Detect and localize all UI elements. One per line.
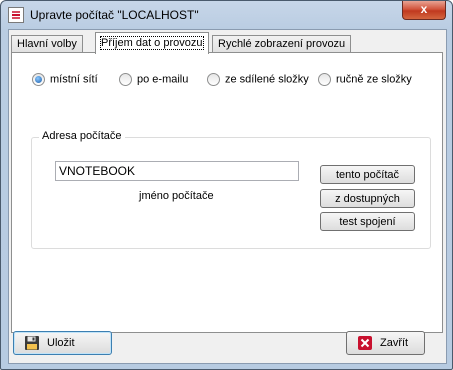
from-available-button[interactable]: z dostupných <box>320 189 415 208</box>
computer-name-input[interactable]: VNOTEBOOK <box>55 161 299 181</box>
app-icon <box>8 7 24 23</box>
floppy-disk-icon <box>25 336 39 350</box>
address-group-legend: Adresa počítače <box>39 130 125 142</box>
address-group-box: Adresa počítače VNOTEBOOK jméno počítače… <box>31 130 431 249</box>
tab-panel: místní sítí po e-mailu ze sdílené složky… <box>11 52 443 333</box>
title-bar[interactable]: Upravte počítač "LOCALHOST" x <box>1 1 452 29</box>
tab-label: Rychlé zobrazení provozu <box>218 38 346 50</box>
radio-button[interactable] <box>32 73 45 86</box>
computer-name-caption: jméno počítače <box>139 190 214 202</box>
radio-manual-folder[interactable]: ručně ze složky <box>318 73 412 86</box>
tab-label: Hlavní volby <box>17 38 77 50</box>
radio-button[interactable] <box>119 73 132 86</box>
radio-button[interactable] <box>318 73 331 86</box>
save-button-label: Uložit <box>47 337 75 349</box>
tab-quick-traffic-view[interactable]: Rychlé zobrazení provozu <box>212 35 352 53</box>
close-button[interactable]: Zavřít <box>346 331 425 355</box>
this-computer-button[interactable]: tento počítač <box>320 165 415 184</box>
radio-local-network[interactable]: místní sítí <box>32 73 98 86</box>
tab-traffic-data-receive[interactable]: Příjem dat o provozu <box>95 32 209 54</box>
radio-shared-folder[interactable]: ze sdílené složky <box>207 73 309 86</box>
save-button[interactable]: Uložit <box>13 331 112 355</box>
radio-email[interactable]: po e-mailu <box>119 73 188 86</box>
radio-label: místní sítí <box>50 73 98 86</box>
close-button-label: Zavřít <box>380 337 409 349</box>
tab-main-options[interactable]: Hlavní volby <box>11 35 83 53</box>
radio-label: po e-mailu <box>137 73 189 86</box>
tab-label: Příjem dat o provozu <box>100 36 204 50</box>
radio-label: ze sdílené složky <box>225 73 309 86</box>
dialog-client-area: Hlavní volby Příjem dat o provozu Rychlé… <box>8 29 447 364</box>
test-connection-button[interactable]: test spojení <box>320 212 415 231</box>
window-title: Upravte počítač "LOCALHOST" <box>30 8 199 22</box>
close-icon: x <box>420 2 428 16</box>
dialog-window: Upravte počítač "LOCALHOST" x Hlavní vol… <box>0 0 453 370</box>
radio-label: ručně ze složky <box>336 73 412 86</box>
radio-button[interactable] <box>207 73 220 86</box>
red-x-icon <box>358 336 372 350</box>
window-close-button[interactable]: x <box>402 1 446 20</box>
